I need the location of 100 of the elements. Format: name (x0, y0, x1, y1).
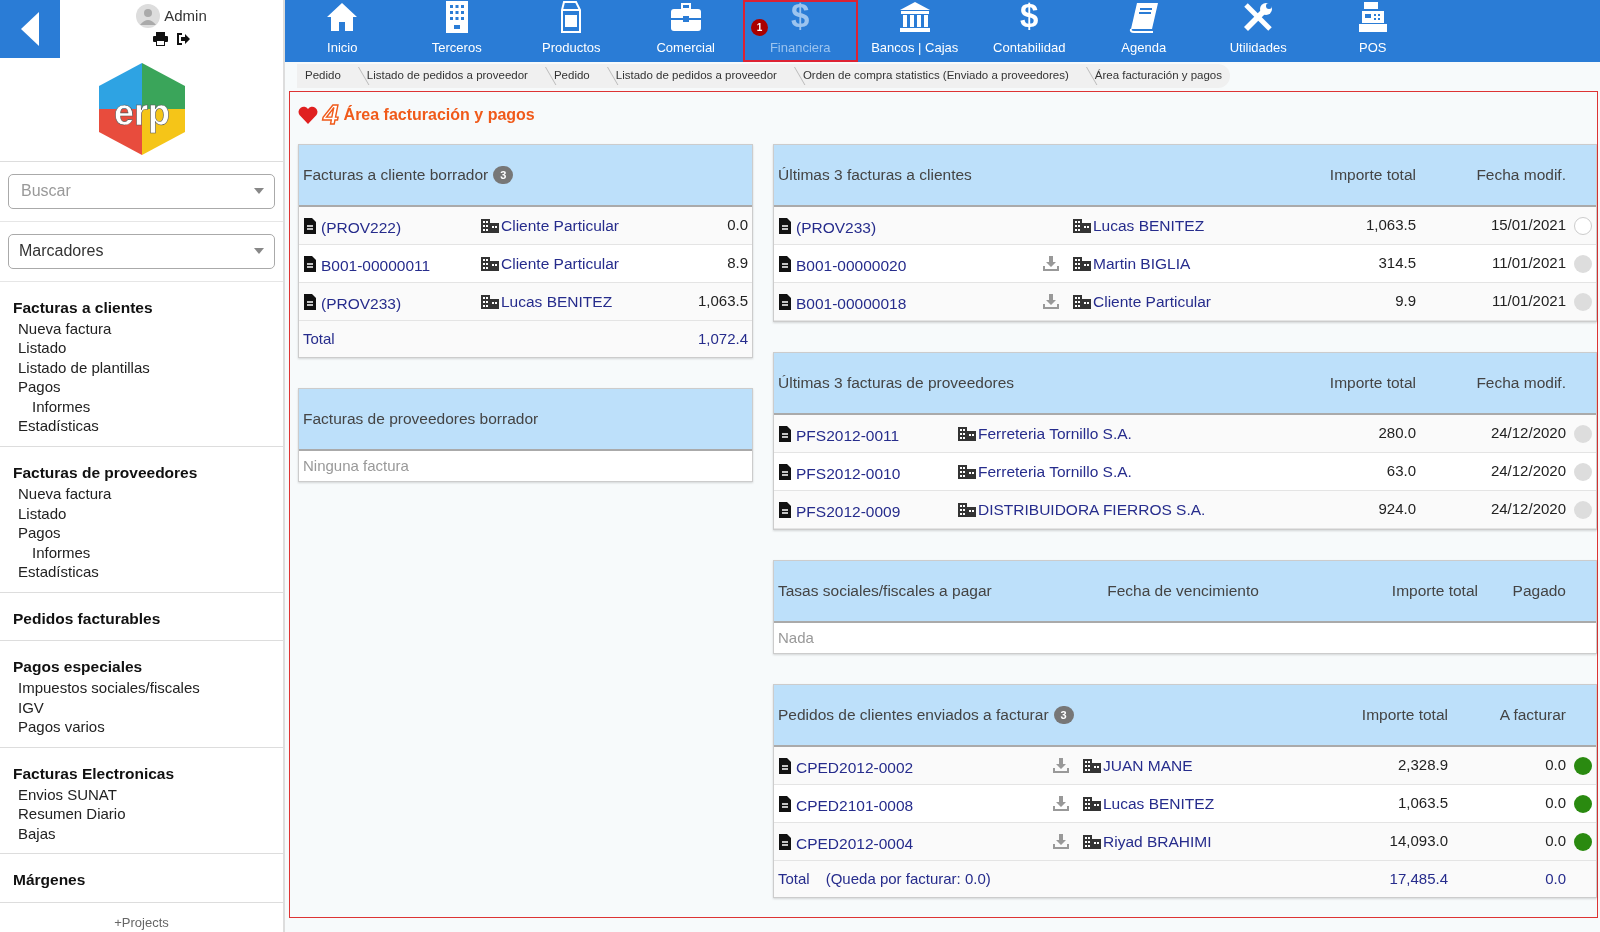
menu-item[interactable]: Envios SUNAT (13, 784, 270, 805)
user-name[interactable]: Admin (164, 4, 207, 28)
nav-tab[interactable]: $ Financiera 1 (743, 0, 858, 62)
download-icon[interactable] (1053, 796, 1069, 811)
invoice-link[interactable]: (PROV222) (321, 216, 402, 240)
amount-cell-text: 8.9 (727, 253, 748, 274)
menu-heading[interactable]: Facturas Electronicas (13, 761, 270, 785)
download-icon[interactable] (1053, 834, 1069, 849)
menu-item[interactable]: Pagos varios (13, 717, 270, 737)
nav-tab[interactable]: Bancos | Cajas (857, 0, 972, 62)
invoice-link[interactable]: B001-00000020 (796, 254, 907, 278)
nav-tab[interactable]: Productos (514, 0, 629, 62)
company-link[interactable]: Martin BIGLIA (1093, 251, 1191, 276)
total-label: Total (778, 868, 810, 889)
amount-cell-text: 0.0 (727, 215, 748, 236)
menu-item[interactable]: Listado de plantillas (13, 357, 270, 378)
menu-heading[interactable]: Márgenes (13, 868, 270, 892)
nav-tab[interactable]: POS (1315, 0, 1430, 62)
company-link[interactable]: Lucas BENITEZ (1103, 791, 1215, 816)
nav-tab[interactable]: $ Contabilidad (972, 0, 1087, 62)
print-icon[interactable] (152, 32, 168, 46)
menu-item[interactable]: Estadísticas (13, 416, 270, 436)
nav-tab[interactable]: Terceros (399, 0, 514, 62)
menu-item[interactable]: Nueva factura (13, 318, 270, 339)
invoice-link[interactable]: PFS2012-0011 (796, 424, 900, 448)
document-icon (303, 217, 317, 234)
menu-item[interactable]: Bajas (13, 823, 270, 844)
menu-item[interactable]: Nueva factura (13, 484, 270, 504)
menu-item[interactable]: Informes (13, 396, 270, 417)
amount-cell-text: 14,093.0 (1388, 831, 1448, 852)
amount-cell-text: 63.0 (1385, 461, 1416, 482)
menu-heading[interactable]: Pedidos facturables (13, 606, 270, 630)
breadcrumb-link[interactable]: Orden de compra statistics (Enviado a proveedores) (794, 67, 1077, 85)
invoice-link[interactable]: PFS2012-0009 (796, 500, 901, 524)
projects-link[interactable]: +Projects (0, 912, 283, 932)
panel-title: Últimas 3 facturas de proveedores (778, 373, 1015, 394)
back-button[interactable] (0, 0, 60, 58)
amount-cell-text: 2,328.9 (1396, 755, 1448, 776)
nav-tab[interactable]: Inicio (285, 0, 400, 62)
menu-item[interactable]: Listado (13, 503, 270, 523)
company-link[interactable]: Cliente Particular (501, 213, 620, 238)
nav-tab[interactable]: Utilidades (1201, 0, 1316, 62)
breadcrumb-link[interactable]: Listado de pedidos a proveedor (607, 67, 785, 85)
logout-icon[interactable] (175, 32, 191, 46)
company-icon (958, 501, 976, 518)
bookmarks-dropdown[interactable]: Marcadores (8, 233, 275, 269)
company-link[interactable]: Riyad BRAHIMI (1103, 829, 1212, 854)
download-icon[interactable] (1053, 758, 1069, 773)
document-icon (778, 795, 792, 812)
menu-item[interactable]: Estadísticas (13, 562, 270, 582)
column-header: Fecha de vencimiento (1106, 581, 1260, 602)
company-link[interactable]: Lucas BENITEZ (1093, 213, 1205, 238)
company-link[interactable]: DISTRIBUIDORA FIERROS S.A. (978, 497, 1206, 522)
search-field[interactable]: Buscar (8, 173, 275, 209)
breadcrumb-link[interactable]: Pedido (297, 67, 349, 85)
company-link[interactable]: Ferreteria Tornillo S.A. (978, 421, 1132, 446)
breadcrumb-link[interactable]: Listado de pedidos a proveedor (358, 67, 536, 85)
download-icon[interactable] (1043, 256, 1059, 271)
invoice-link[interactable]: PFS2012-0010 (796, 462, 901, 486)
nav-tab[interactable]: Comercial (628, 0, 743, 62)
menu-heading[interactable]: Facturas a clientes (13, 295, 270, 319)
back-icon (21, 11, 39, 46)
company-link[interactable]: Ferreteria Tornillo S.A. (978, 459, 1132, 484)
company-link[interactable]: Cliente Particular (501, 251, 620, 276)
total-label: Total (303, 328, 335, 349)
nav-tab[interactable]: Agenda (1086, 0, 1201, 62)
column-header: Importe total (1390, 581, 1478, 602)
menu-heading[interactable]: Facturas de proveedores (13, 460, 270, 484)
menu-item[interactable]: Resumen Diario (13, 804, 270, 824)
heart-icon[interactable] (298, 106, 318, 124)
menu-item[interactable]: Impuestos sociales/fiscales (13, 678, 270, 698)
company-link[interactable]: JUAN MANE (1103, 753, 1193, 778)
column-header: Importe total (1328, 165, 1416, 186)
breadcrumb-link[interactable]: Pedido (545, 67, 598, 85)
menu-item[interactable]: IGV (13, 697, 270, 717)
search-input[interactable]: Buscar (19, 178, 219, 204)
remaining-note: (Queda por facturar: 0.0) (825, 868, 992, 889)
document-icon (778, 833, 792, 850)
menu-item[interactable]: Pagos (13, 377, 270, 397)
invoice-link[interactable]: CPED2012-0004 (796, 832, 914, 856)
menu-item[interactable]: Listado (13, 338, 270, 358)
company-icon (1073, 217, 1091, 234)
invoice-link[interactable]: B001-00000018 (796, 292, 907, 316)
invoice-link[interactable]: (PROV233) (796, 216, 877, 240)
invoice-link[interactable]: CPED2012-0002 (796, 756, 914, 780)
document-icon (303, 293, 317, 310)
amount-cell-text: 24/12/2020 (1489, 499, 1566, 520)
invoice-link[interactable]: CPED2101-0008 (796, 794, 914, 818)
download-icon[interactable] (1043, 294, 1059, 309)
invoice-link[interactable]: (PROV233) (321, 292, 402, 316)
invoice-link[interactable]: B001-00000011 (321, 254, 431, 278)
page-title: Área facturación y pagos (343, 104, 535, 125)
menu-item[interactable]: Pagos (13, 523, 270, 543)
menu-item[interactable]: Informes (13, 542, 270, 562)
company-link[interactable]: Cliente Particular (1093, 289, 1212, 314)
amount-cell-text: 9.9 (1394, 291, 1416, 312)
breadcrumb-link[interactable]: Área facturación y pagos (1086, 67, 1230, 85)
avatar-icon (136, 4, 161, 28)
menu-heading[interactable]: Pagos especiales (13, 654, 270, 678)
company-link[interactable]: Lucas BENITEZ (501, 289, 613, 314)
